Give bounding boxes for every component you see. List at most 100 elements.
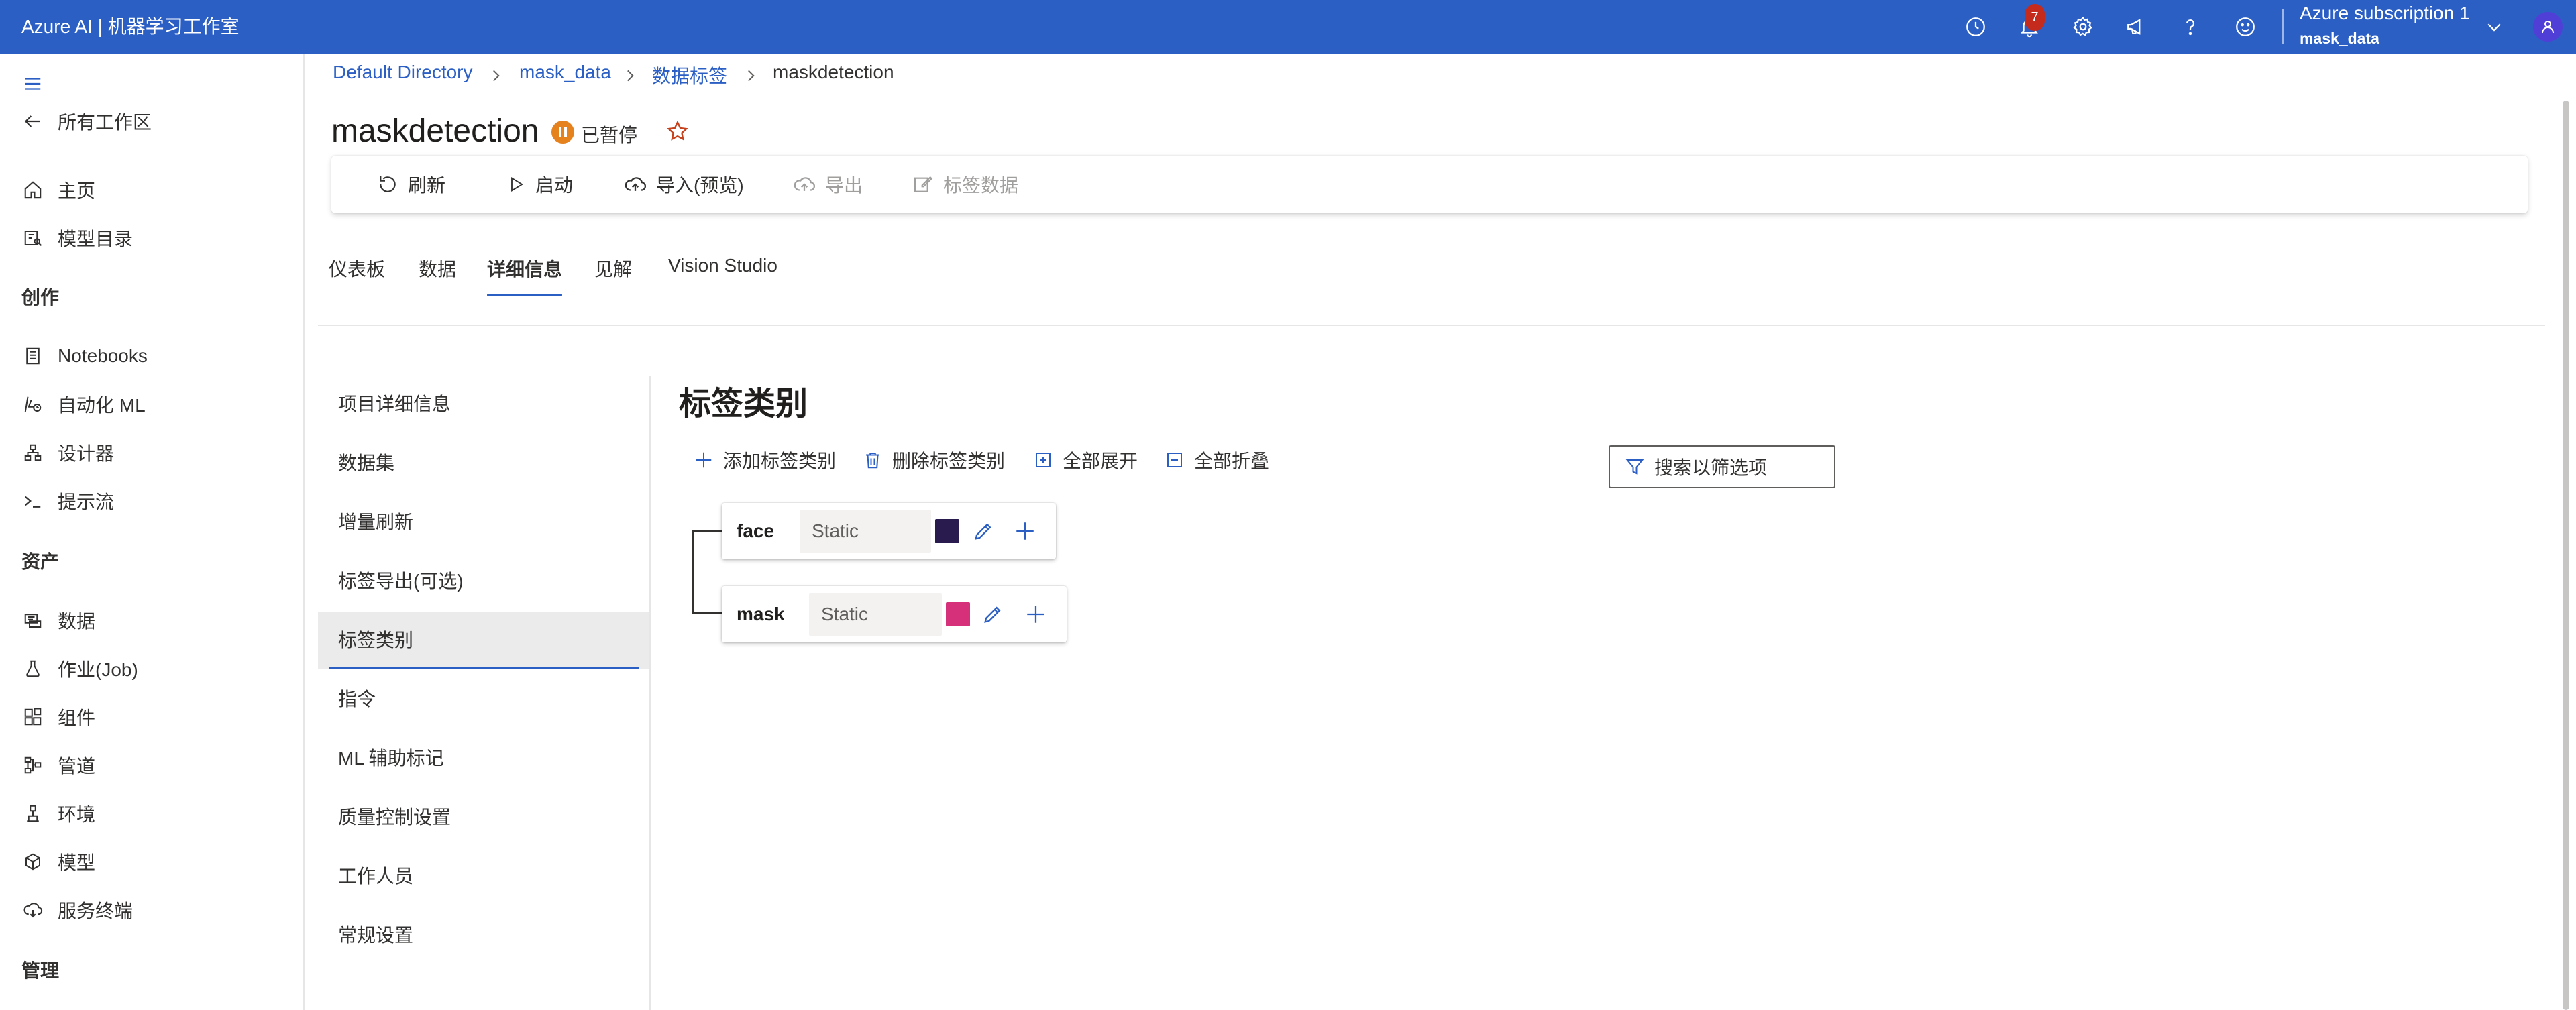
label-color-swatch[interactable] <box>935 519 959 543</box>
nav-back-all-workspaces[interactable]: 所有工作区 <box>0 101 303 142</box>
nav-label: 主页 <box>58 180 96 201</box>
expand-all-button[interactable]: 全部展开 <box>1033 445 1138 475</box>
refresh-label: 刷新 <box>408 175 446 196</box>
model-icon <box>21 850 44 873</box>
import-button[interactable]: 导入(预览) <box>624 156 744 213</box>
tab-dashboard[interactable]: 仪表板 <box>329 255 385 282</box>
label-type-field[interactable]: Static <box>809 593 942 636</box>
star-favorite-icon[interactable] <box>665 119 690 144</box>
add-sublabel-plus-icon[interactable] <box>1010 516 1040 546</box>
smiley-icon[interactable] <box>2231 12 2260 42</box>
nav-item-designer[interactable]: 设计器 <box>0 432 303 473</box>
nav-label: 自动化 ML <box>58 395 146 416</box>
nav-item-model-catalog[interactable]: 模型目录 <box>0 217 303 259</box>
nav-item-home[interactable]: 主页 <box>0 169 303 211</box>
submenu-item-ml-assisted[interactable]: ML 辅助标记 <box>318 730 649 787</box>
filter-placeholder: 搜索以筛选项 <box>1654 457 1768 478</box>
submenu-item-quality-control[interactable]: 质量控制设置 <box>318 789 649 846</box>
filter-search-input[interactable]: 搜索以筛选项 <box>1609 445 1835 488</box>
nav-item-data[interactable]: 数据 <box>0 600 303 641</box>
nav-label: 环境 <box>58 804 96 825</box>
submenu-label: 常规设置 <box>338 925 414 946</box>
edit-pencil-icon[interactable] <box>969 516 998 546</box>
nav-item-notebooks[interactable]: Notebooks <box>0 335 303 377</box>
add-sublabel-plus-icon[interactable] <box>1021 600 1051 629</box>
nav-label: 模型目录 <box>58 229 133 249</box>
label-class-card[interactable]: mask Static <box>722 586 1067 642</box>
nav-item-endpoints[interactable]: 服务终端 <box>0 889 303 931</box>
delete-label-class-button[interactable]: 删除标签类别 <box>863 445 1005 475</box>
submenu-item-general-settings[interactable]: 常规设置 <box>318 907 649 964</box>
topbar-divider <box>2282 9 2284 44</box>
play-icon <box>511 176 523 192</box>
submenu-label: 增量刷新 <box>338 512 414 532</box>
chevron-down-icon[interactable] <box>2479 12 2509 42</box>
label-data-button[interactable]: 标签数据 <box>912 156 1018 213</box>
refresh-icon <box>380 176 396 192</box>
start-button[interactable]: 启动 <box>507 156 573 213</box>
tree-connector <box>692 530 723 532</box>
export-button[interactable]: 导出 <box>793 156 863 213</box>
breadcrumb-data-labeling[interactable]: 数据标签 <box>652 62 727 89</box>
submenu-label: 项目详细信息 <box>338 394 451 414</box>
nav-label: 提示流 <box>58 492 115 512</box>
edit-pencil-icon[interactable] <box>978 600 1008 629</box>
app-title[interactable]: Azure AI | 机器学习工作室 <box>21 0 239 54</box>
label-color-swatch[interactable] <box>946 602 970 626</box>
label-class-card[interactable]: face Static <box>722 503 1056 559</box>
tab-insights[interactable]: 见解 <box>594 255 632 282</box>
page-title: maskdetection <box>331 113 539 149</box>
clock-icon[interactable] <box>1961 12 1990 42</box>
page-scrollbar[interactable] <box>2563 101 2569 1010</box>
tab-data[interactable]: 数据 <box>419 255 456 282</box>
automl-icon <box>21 393 44 416</box>
submenu-item-instructions[interactable]: 指令 <box>318 671 649 728</box>
nav-item-jobs[interactable]: 作业(Job) <box>0 648 303 689</box>
tabs-divider <box>318 325 2545 326</box>
submenu-item-dataset[interactable]: 数据集 <box>318 435 649 492</box>
add-label-class-button[interactable]: 添加标签类别 <box>694 445 836 475</box>
nav-item-environments[interactable]: 环境 <box>0 793 303 834</box>
nav-label: 管道 <box>58 756 96 777</box>
refresh-button[interactable]: 刷新 <box>377 156 445 213</box>
left-nav: 所有工作区 主页 模型目录 创作 Notebooks 自动化 ML 设计器 提示… <box>0 54 305 1010</box>
submenu-label: 质量控制设置 <box>338 807 451 828</box>
submenu-label: 标签导出(可选) <box>338 571 464 592</box>
label-class-name: face <box>737 520 775 541</box>
export-label: 导出 <box>825 175 863 196</box>
chevron-right-icon <box>621 67 639 85</box>
subscription-name[interactable]: Azure subscription 1 <box>2300 3 2470 24</box>
submenu-item-incremental-refresh[interactable]: 增量刷新 <box>318 494 649 551</box>
nav-item-automl[interactable]: 自动化 ML <box>0 384 303 425</box>
nav-item-promptflow[interactable]: 提示流 <box>0 480 303 522</box>
megaphone-icon[interactable] <box>2122 12 2151 42</box>
submenu-item-label-export[interactable]: 标签导出(可选) <box>318 553 649 610</box>
tab-details[interactable]: 详细信息 <box>487 255 562 282</box>
filter-funnel-icon <box>1625 459 1644 475</box>
breadcrumb-workspace[interactable]: mask_data <box>519 62 611 83</box>
top-bar: Azure AI | 机器学习工作室 7 Azure subscription … <box>0 0 2576 54</box>
gear-icon[interactable] <box>2068 12 2098 42</box>
submenu-item-workforce[interactable]: 工作人员 <box>318 848 649 905</box>
breadcrumb-directory[interactable]: Default Directory <box>333 62 473 83</box>
nav-label: 作业(Job) <box>58 659 138 680</box>
notebook-icon <box>21 345 44 368</box>
nav-label: 设计器 <box>58 443 115 464</box>
submenu-item-project-details[interactable]: 项目详细信息 <box>318 376 649 433</box>
nav-item-models[interactable]: 模型 <box>0 841 303 883</box>
label-type-field[interactable]: Static <box>800 510 931 553</box>
section-title: 标签类别 <box>679 386 808 422</box>
nav-item-components[interactable]: 组件 <box>0 696 303 738</box>
pause-status-icon <box>551 121 574 144</box>
nav-label: 数据 <box>58 611 96 632</box>
collapse-all-button[interactable]: 全部折叠 <box>1165 445 1269 475</box>
submenu-item-label-classes[interactable]: 标签类别 <box>318 612 649 669</box>
nav-item-pipelines[interactable]: 管道 <box>0 744 303 786</box>
workspace-name[interactable]: mask_data <box>2300 30 2379 48</box>
avatar[interactable] <box>2533 12 2563 42</box>
chevron-right-icon <box>742 67 759 85</box>
tab-vision-studio[interactable]: Vision Studio <box>668 255 777 276</box>
hamburger-menu[interactable] <box>0 63 303 105</box>
submenu-label: 数据集 <box>338 453 395 473</box>
help-icon[interactable] <box>2176 12 2205 42</box>
